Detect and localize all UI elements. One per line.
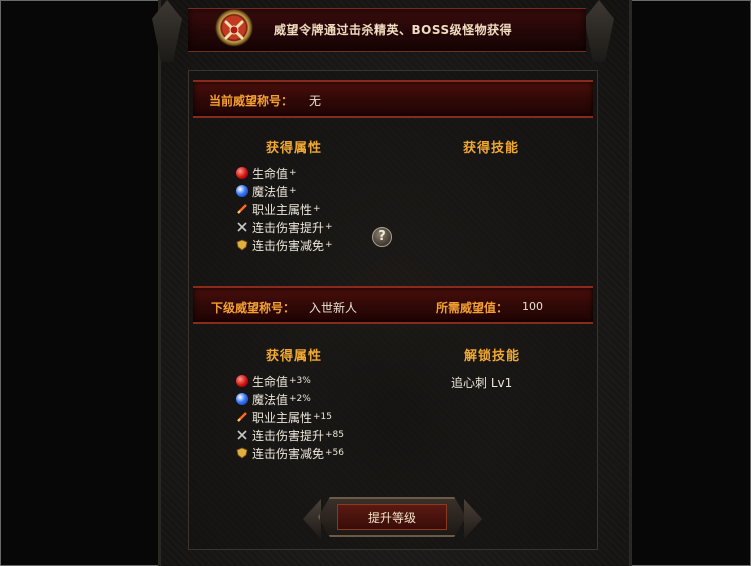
upgrade-button[interactable]: 提升等级 <box>318 497 466 537</box>
required-prestige-label: 所需威望值： <box>436 301 509 315</box>
next-attr-health: 生命值 +3% <box>236 373 311 389</box>
current-attr-combo-damage: 连击伤害提升 + <box>236 219 333 235</box>
upgrade-button-label: 提升等级 <box>337 504 447 530</box>
current-title-label: 当前威望称号： <box>209 94 294 108</box>
shield-icon <box>236 447 248 459</box>
mana-orb-icon <box>236 185 248 197</box>
current-attr-health: 生命值 + <box>236 165 297 181</box>
current-attr-main-stat: 职业主属性 + <box>236 201 321 217</box>
sword-icon <box>237 412 247 422</box>
health-orb-icon <box>236 375 248 387</box>
required-prestige-value: 100 <box>522 300 543 313</box>
crossed-swords-icon <box>237 222 247 232</box>
unlock-skill-name: 追心刺 Lv1 <box>451 376 513 390</box>
current-skills-header: 获得技能 <box>463 141 520 156</box>
current-title-value: 无 <box>309 94 322 108</box>
current-title-bar: 当前威望称号： 无 <box>193 80 593 118</box>
banner-title: 威望令牌通过击杀精英、BOSS级怪物获得 <box>274 23 513 37</box>
current-attr-combo-reduction: 连击伤害减免 + <box>236 237 333 253</box>
help-button[interactable]: ? <box>372 227 392 247</box>
next-skills-header: 解锁技能 <box>464 349 521 364</box>
sword-icon <box>237 204 247 214</box>
next-title-bar: 下级威望称号： 入世新人 所需威望值： 100 <box>193 286 593 324</box>
next-title-value: 入世新人 <box>309 301 358 315</box>
next-attr-main-stat: 职业主属性 +15 <box>236 409 332 425</box>
prestige-emblem-icon <box>210 6 258 54</box>
health-orb-icon <box>236 167 248 179</box>
next-attr-mana: 魔法值 +2% <box>236 391 311 407</box>
next-title-label: 下级威望称号： <box>211 301 296 315</box>
next-attr-combo-reduction: 连击伤害减免 +56 <box>236 445 344 461</box>
shield-icon <box>236 239 248 251</box>
crossed-swords-icon <box>237 430 247 440</box>
next-attrs-header: 获得属性 <box>266 349 323 364</box>
next-attr-combo-damage: 连击伤害提升 +85 <box>236 427 344 443</box>
current-attrs-header: 获得属性 <box>266 141 323 156</box>
current-attr-mana: 魔法值 + <box>236 183 297 199</box>
mana-orb-icon <box>236 393 248 405</box>
